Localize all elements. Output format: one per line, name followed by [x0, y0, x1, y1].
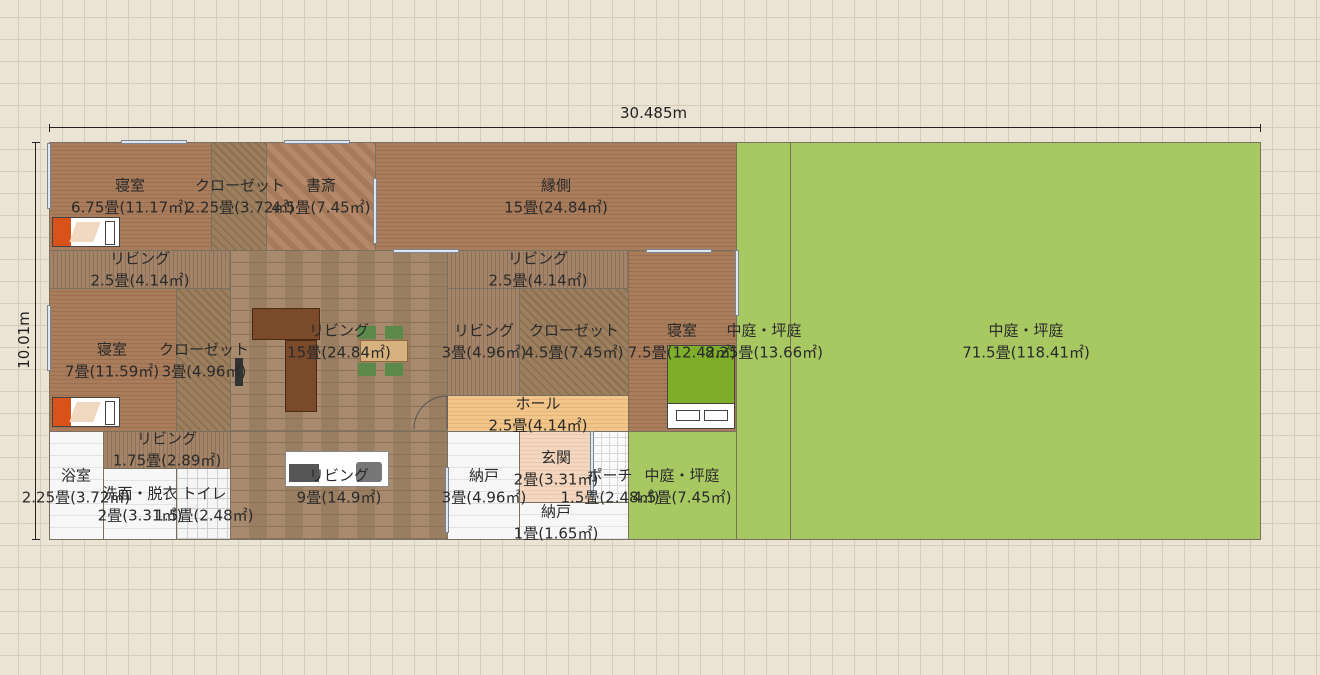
room-label: クローゼット 4.5畳(7.45㎡) [524, 321, 624, 361]
window [646, 249, 712, 253]
room-label: トイレ 1.5畳(2.48㎡) [154, 484, 254, 524]
chair-icon [385, 363, 403, 376]
window [373, 178, 377, 244]
bed-icon [52, 217, 120, 247]
dim-tick-right [1260, 124, 1261, 132]
height-dimension-label: 10.01m [14, 311, 33, 369]
room-label: 納戸 1畳(1.65㎡) [513, 502, 599, 542]
width-dimension-label: 30.485m [620, 104, 688, 122]
bed-icon [52, 397, 120, 427]
chair-icon [358, 363, 376, 376]
room-label: 寝室 7畳(11.59㎡) [64, 340, 160, 380]
window [121, 140, 187, 144]
dim-tick-top [32, 142, 40, 143]
dim-tick-bottom [32, 539, 40, 540]
room-label: 中庭・坪庭 8.25畳(13.66㎡) [704, 321, 824, 361]
room-label: リビング 15畳(24.84㎡) [287, 321, 391, 361]
window [47, 143, 51, 209]
dim-tick-left [49, 124, 50, 132]
room-label: 中庭・坪庭 71.5畳(118.41㎡) [962, 321, 1090, 361]
room-label: 書斎 4.5畳(7.45㎡) [271, 176, 371, 216]
room-label: リビング 2.5畳(4.14㎡) [488, 249, 588, 289]
window [393, 249, 459, 253]
width-dimension-line [49, 127, 1261, 128]
room-label: 中庭・坪庭 4.5畳(7.45㎡) [632, 466, 732, 506]
room-label: 寝室 6.75畳(11.17㎡) [70, 176, 190, 216]
window [284, 140, 350, 144]
room-label: リビング 9畳(14.9㎡) [296, 466, 382, 506]
room-label: リビング 2.5畳(4.14㎡) [90, 249, 190, 289]
window [735, 250, 739, 316]
room-label: 縁側 15畳(24.84㎡) [504, 176, 608, 216]
room-label: ホール 2.5畳(4.14㎡) [488, 394, 588, 434]
door-swing-icon [413, 395, 448, 430]
window [47, 305, 51, 371]
room-label: リビング 3畳(4.96㎡) [441, 321, 527, 361]
room-label: クローゼット 3畳(4.96㎡) [158, 340, 250, 380]
